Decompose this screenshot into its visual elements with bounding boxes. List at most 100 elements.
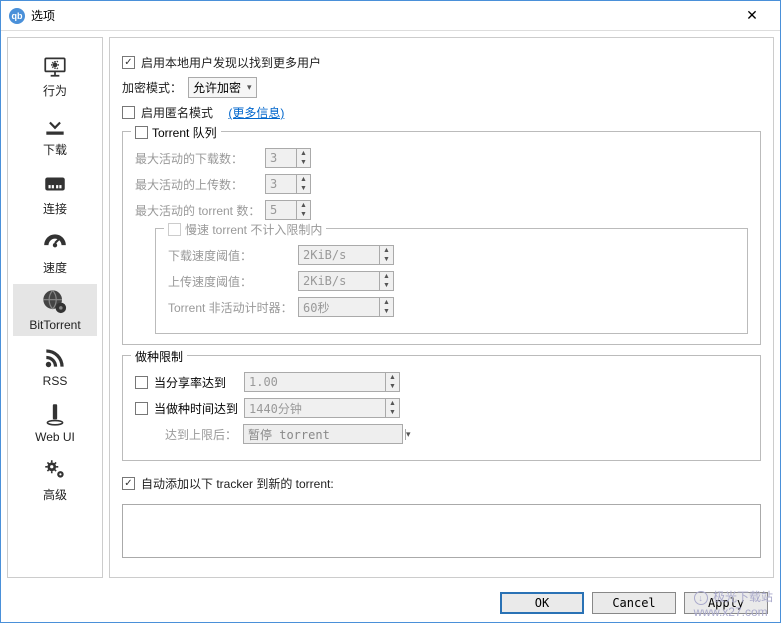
spin-up-icon[interactable]: ▲ <box>380 246 393 255</box>
spin-down-icon[interactable]: ▼ <box>297 158 310 167</box>
options-window: qb 选项 ✕ 行为 下载 连接 <box>0 0 781 623</box>
anon-row: 启用匿名模式 (更多信息) <box>122 104 761 121</box>
dl-thresh-spin[interactable]: ▲▼ <box>298 245 394 265</box>
spin-down-icon[interactable]: ▼ <box>380 307 393 316</box>
encryption-value: 允许加密 <box>193 79 241 96</box>
trackers-textarea[interactable] <box>122 504 761 558</box>
close-button[interactable]: ✕ <box>732 7 772 24</box>
sidebar-item-connection[interactable]: 连接 <box>13 166 97 221</box>
action-row: 达到上限后： ▾ <box>135 424 748 444</box>
trackers-label: 自动添加以下 tracker 到新的 torrent: <box>141 475 334 492</box>
ul-thresh-row: 上传速度阈值： ▲▼ <box>168 271 735 291</box>
monitor-icon <box>41 52 69 80</box>
queue-checkbox[interactable] <box>135 126 148 139</box>
download-icon <box>41 111 69 139</box>
max-dl-input[interactable] <box>266 149 296 167</box>
rss-icon <box>41 344 69 372</box>
max-active-label: 最大活动的 torrent 数： <box>135 202 265 219</box>
slow-legend-label: 慢速 torrent 不计入限制内 <box>185 221 322 238</box>
chevron-down-icon[interactable]: ▾ <box>405 429 411 440</box>
spin-up-icon[interactable]: ▲ <box>297 149 310 158</box>
max-active-row: 最大活动的 torrent 数： ▲▼ <box>135 200 748 220</box>
ratio-checkbox[interactable] <box>135 376 148 389</box>
trackers-checkbox[interactable] <box>122 477 135 490</box>
time-input[interactable] <box>245 399 385 417</box>
ul-thresh-input[interactable] <box>299 272 379 290</box>
time-row: 当做种时间达到 ▲▼ <box>135 398 748 418</box>
sidebar-item-bittorrent[interactable]: BitTorrent <box>13 284 97 336</box>
ethernet-icon <box>41 170 69 198</box>
action-input[interactable] <box>244 427 405 441</box>
sidebar-item-label: Web UI <box>35 430 75 444</box>
spin-down-icon[interactable]: ▼ <box>380 255 393 264</box>
max-active-spin[interactable]: ▲▼ <box>265 200 311 220</box>
encryption-label: 加密模式： <box>122 79 182 96</box>
seeding-fieldset: 做种限制 当分享率达到 ▲▼ 当做种时间达到 ▲▼ <box>122 355 761 461</box>
server-icon <box>41 400 69 428</box>
inactive-spin[interactable]: ▲▼ <box>298 297 394 317</box>
sidebar-item-label: 高级 <box>43 486 67 503</box>
inactive-input[interactable] <box>299 298 379 316</box>
inactive-row: Torrent 非活动计时器： ▲▼ <box>168 297 735 317</box>
seeding-legend-label: 做种限制 <box>135 348 183 365</box>
gauge-icon <box>41 229 69 257</box>
queue-fieldset: Torrent 队列 最大活动的下载数： ▲▼ 最大活动的上传数： ▲▼ <box>122 131 761 345</box>
cancel-button[interactable]: Cancel <box>592 592 676 614</box>
chevron-down-icon: ▾ <box>247 82 252 93</box>
max-ul-label: 最大活动的上传数： <box>135 176 265 193</box>
action-label: 达到上限后： <box>135 426 243 443</box>
spin-down-icon[interactable]: ▼ <box>297 210 310 219</box>
max-ul-input[interactable] <box>266 175 296 193</box>
more-info-link[interactable]: (更多信息) <box>228 104 284 121</box>
spin-up-icon[interactable]: ▲ <box>297 201 310 210</box>
app-icon: qb <box>9 8 25 24</box>
queue-legend-label: Torrent 队列 <box>152 124 217 141</box>
seeding-legend: 做种限制 <box>131 348 187 365</box>
sidebar-item-behavior[interactable]: 行为 <box>13 48 97 103</box>
sidebar-item-downloads[interactable]: 下载 <box>13 107 97 162</box>
spin-up-icon[interactable]: ▲ <box>297 175 310 184</box>
window-body: 行为 下载 连接 速度 <box>1 31 780 584</box>
max-active-input[interactable] <box>266 201 296 219</box>
ul-thresh-label: 上传速度阈值： <box>168 273 298 290</box>
spin-down-icon[interactable]: ▼ <box>297 184 310 193</box>
encryption-select[interactable]: 允许加密 ▾ <box>188 77 257 98</box>
apply-button[interactable]: Apply <box>684 592 768 614</box>
ul-thresh-spin[interactable]: ▲▼ <box>298 271 394 291</box>
gears-icon <box>41 456 69 484</box>
max-ul-spin[interactable]: ▲▼ <box>265 174 311 194</box>
ratio-input[interactable] <box>245 373 385 391</box>
ratio-row: 当分享率达到 ▲▼ <box>135 372 748 392</box>
encryption-row: 加密模式： 允许加密 ▾ <box>122 77 761 98</box>
anon-checkbox[interactable] <box>122 106 135 119</box>
spin-down-icon[interactable]: ▼ <box>386 382 399 391</box>
sidebar-item-speed[interactable]: 速度 <box>13 225 97 280</box>
spin-up-icon[interactable]: ▲ <box>386 399 399 408</box>
dl-thresh-row: 下载速度阈值： ▲▼ <box>168 245 735 265</box>
slow-checkbox[interactable] <box>168 223 181 236</box>
spin-up-icon[interactable]: ▲ <box>380 272 393 281</box>
dl-thresh-input[interactable] <box>299 246 379 264</box>
content-panel: 启用本地用户发现以找到更多用户 加密模式： 允许加密 ▾ 启用匿名模式 (更多信… <box>109 37 774 578</box>
max-dl-spin[interactable]: ▲▼ <box>265 148 311 168</box>
sidebar-item-rss[interactable]: RSS <box>13 340 97 392</box>
spin-down-icon[interactable]: ▼ <box>386 408 399 417</box>
time-checkbox[interactable] <box>135 402 148 415</box>
lpd-checkbox[interactable] <box>122 56 135 69</box>
sidebar-item-label: 行为 <box>43 82 67 99</box>
action-combo[interactable]: ▾ <box>243 424 403 444</box>
ok-button[interactable]: OK <box>500 592 584 614</box>
sidebar-item-label: RSS <box>43 374 68 388</box>
max-ul-row: 最大活动的上传数： ▲▼ <box>135 174 748 194</box>
lpd-label: 启用本地用户发现以找到更多用户 <box>141 54 321 71</box>
spin-up-icon[interactable]: ▲ <box>386 373 399 382</box>
max-dl-row: 最大活动的下载数： ▲▼ <box>135 148 748 168</box>
time-spin[interactable]: ▲▼ <box>244 398 400 418</box>
inactive-label: Torrent 非活动计时器： <box>168 299 298 316</box>
ratio-spin[interactable]: ▲▼ <box>244 372 400 392</box>
spin-up-icon[interactable]: ▲ <box>380 298 393 307</box>
sidebar-item-advanced[interactable]: 高级 <box>13 452 97 507</box>
globe-gear-icon <box>41 288 69 316</box>
spin-down-icon[interactable]: ▼ <box>380 281 393 290</box>
sidebar-item-webui[interactable]: Web UI <box>13 396 97 448</box>
